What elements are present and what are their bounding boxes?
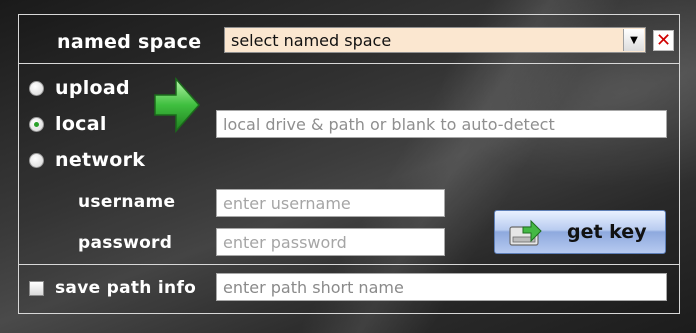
- radio-network[interactable]: [29, 153, 44, 168]
- radio-network-label[interactable]: network: [55, 149, 145, 171]
- username-input[interactable]: enter username: [216, 189, 445, 217]
- radio-upload-label[interactable]: upload: [55, 77, 130, 99]
- radio-local-label[interactable]: local: [55, 113, 107, 135]
- key-drive-icon: [509, 219, 542, 246]
- named-space-label: named space: [57, 31, 202, 53]
- get-key-label: get key: [567, 221, 647, 243]
- named-space-dialog: named space select named space ▼ ✕ uploa…: [0, 0, 696, 333]
- chevron-down-icon[interactable]: ▼: [623, 29, 644, 51]
- green-right-arrow-icon: [154, 77, 201, 133]
- radio-local[interactable]: [29, 117, 44, 132]
- close-icon[interactable]: ✕: [653, 30, 674, 51]
- save-path-checkbox[interactable]: [29, 281, 44, 296]
- username-label: username: [78, 192, 176, 212]
- get-key-button[interactable]: get key: [494, 210, 666, 254]
- save-path-label[interactable]: save path info: [55, 278, 196, 298]
- named-space-select-value: select named space: [231, 30, 392, 50]
- password-label: password: [78, 233, 173, 253]
- named-space-select[interactable]: select named space ▼: [224, 27, 646, 53]
- path-short-name-input[interactable]: enter path short name: [216, 273, 667, 301]
- local-path-input[interactable]: local drive & path or blank to auto-dete…: [216, 110, 667, 138]
- radio-upload[interactable]: [29, 81, 44, 96]
- password-input[interactable]: enter password: [216, 228, 445, 256]
